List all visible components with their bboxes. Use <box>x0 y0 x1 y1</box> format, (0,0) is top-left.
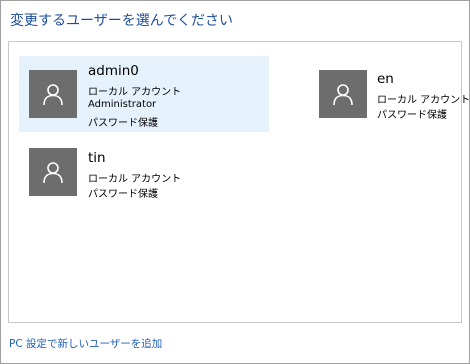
user-silhouette-icon <box>43 84 63 106</box>
user-name: admin0 <box>88 63 139 79</box>
add-user-link[interactable]: PC 設定で新しいユーザーを追加 <box>9 336 162 351</box>
user-name: tin <box>88 150 106 166</box>
user-account-type: ローカル アカウント <box>377 95 470 106</box>
user-protection: パスワード保護 <box>88 118 158 129</box>
user-protection: パスワード保護 <box>377 110 447 121</box>
page-title: 変更するユーザーを選んでください <box>10 13 234 29</box>
user-avatar <box>29 148 77 196</box>
user-silhouette-icon <box>333 84 353 106</box>
user-role: Administrator <box>88 99 157 110</box>
user-tile-en[interactable]: en ローカル アカウント パスワード保護 <box>309 56 470 132</box>
user-avatar <box>319 70 367 118</box>
user-name: en <box>377 71 394 87</box>
user-accounts-window: 変更するユーザーを選んでください admin0 ローカル アカウント Admin… <box>0 0 470 364</box>
user-list-panel: admin0 ローカル アカウント Administrator パスワード保護 … <box>8 41 470 323</box>
user-tile-tin[interactable]: tin ローカル アカウント パスワード保護 <box>19 140 269 208</box>
user-account-type: ローカル アカウント <box>88 174 182 185</box>
user-account-type: ローカル アカウント <box>88 87 182 98</box>
user-avatar <box>29 70 77 118</box>
user-silhouette-icon <box>43 162 63 184</box>
user-protection: パスワード保護 <box>88 189 158 200</box>
user-tile-admin0[interactable]: admin0 ローカル アカウント Administrator パスワード保護 <box>19 56 269 132</box>
